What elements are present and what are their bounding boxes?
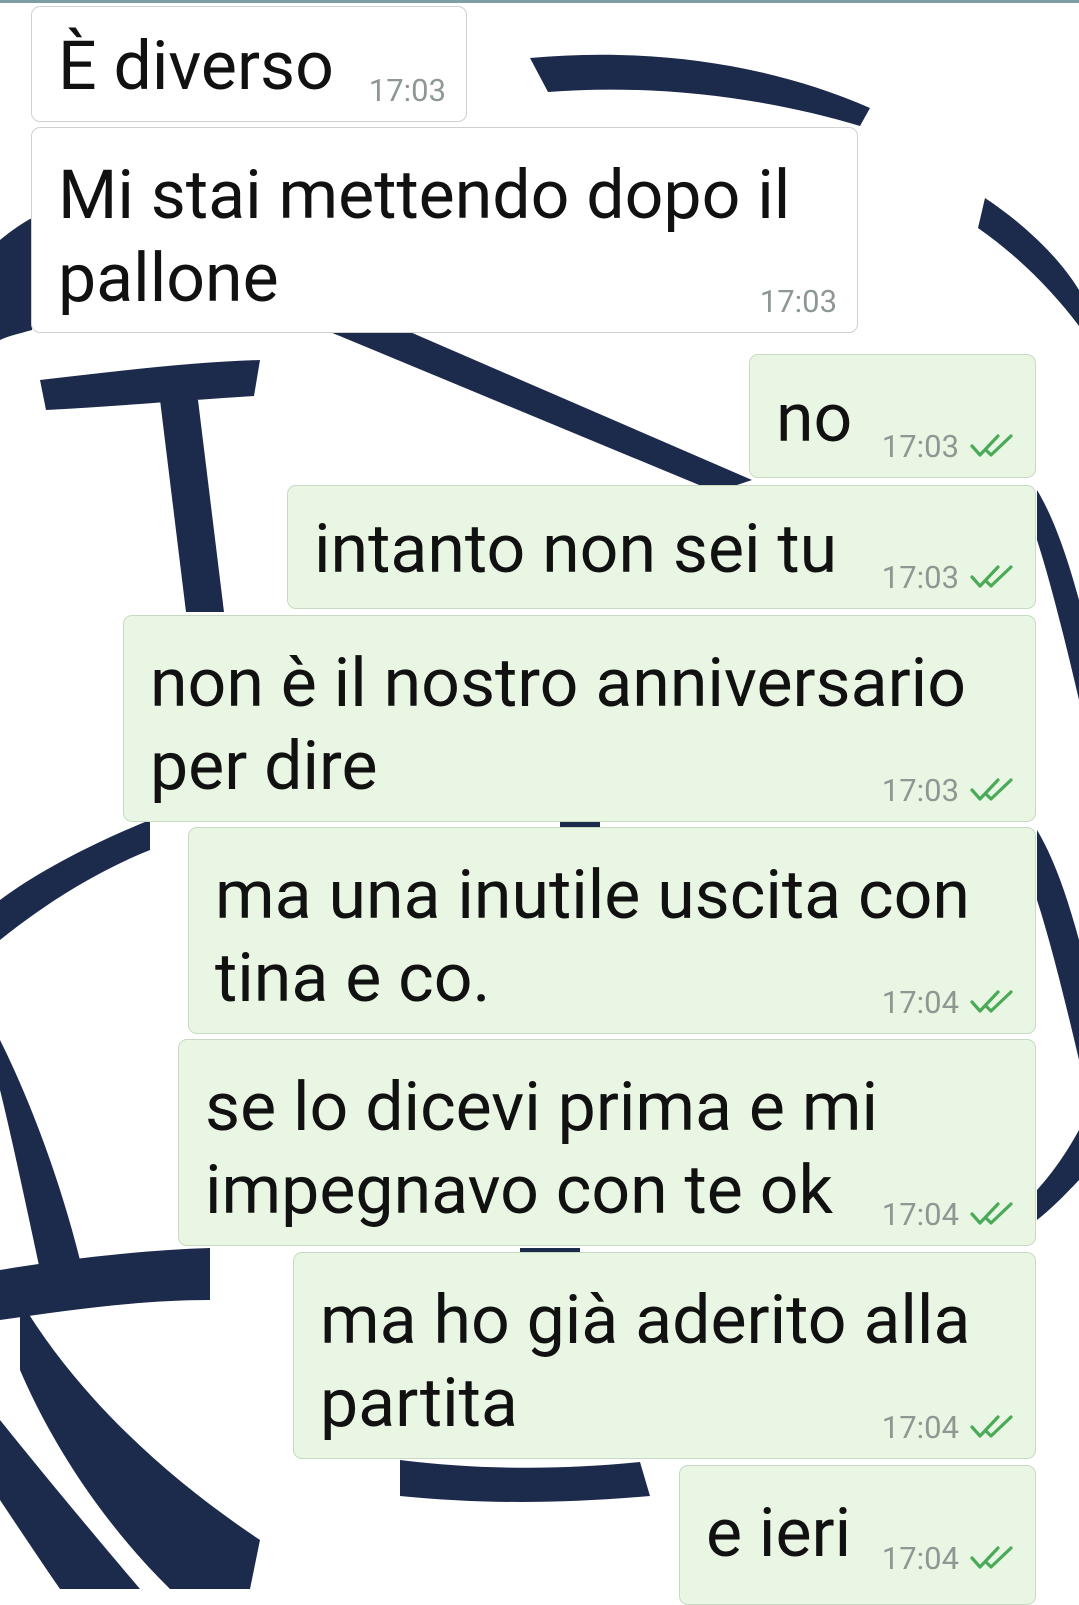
wallpaper-shape <box>530 54 870 127</box>
message-bubble-outgoing[interactable]: e ieri 17:04 <box>679 1465 1036 1605</box>
double-check-icon <box>970 1202 1013 1225</box>
wallpaper-shape <box>1037 830 1079 1060</box>
double-check-icon <box>970 1546 1013 1569</box>
wallpaper-shape <box>978 198 1079 326</box>
message-bubble-outgoing[interactable]: non è il nostro anniversario per dire 17… <box>123 615 1036 822</box>
message-text-line: non è il nostro anniversario <box>150 643 966 723</box>
message-meta: 17:03 <box>369 70 446 110</box>
message-time: 17:03 <box>759 282 837 320</box>
message-meta: 17:03 <box>882 557 1017 597</box>
message-text-line: pallone <box>58 238 279 318</box>
wallpaper-shape <box>0 218 32 340</box>
message-time: 17:04 <box>881 1408 959 1446</box>
message-bubble-outgoing[interactable]: intanto non sei tu 17:03 <box>287 485 1036 609</box>
message-meta: 17:03 <box>882 770 1017 810</box>
message-text: intanto non sei tu <box>314 509 838 589</box>
double-check-icon <box>970 565 1013 588</box>
message-time: 17:04 <box>881 1539 959 1577</box>
message-text-line: ma una inutile uscita con <box>215 855 970 935</box>
message-meta: 17:04 <box>882 1407 1017 1447</box>
message-bubble-outgoing[interactable]: ma ho già aderito alla partita 17:04 <box>293 1252 1036 1459</box>
double-check-icon <box>970 434 1013 457</box>
wallpaper-shape <box>400 1460 650 1502</box>
wallpaper-shape <box>160 400 224 612</box>
message-text-line: tina e co. <box>215 938 491 1018</box>
message-text: È diverso <box>58 26 334 106</box>
message-meta: 17:04 <box>882 982 1017 1022</box>
message-meta: 17:03 <box>882 426 1017 466</box>
wallpaper-shape <box>330 332 752 492</box>
wallpaper-shape <box>1037 490 1079 700</box>
message-bubble-incoming[interactable]: È diverso 17:03 <box>31 6 467 122</box>
message-time: 17:03 <box>881 771 959 809</box>
message-text-line: Mi stai mettendo dopo il <box>58 155 791 235</box>
message-meta: 17:03 <box>760 281 837 321</box>
message-bubble-outgoing[interactable]: se lo dicevi prima e mi impegnavo con te… <box>178 1039 1036 1246</box>
message-text: no <box>776 378 853 458</box>
top-divider <box>0 0 1079 3</box>
message-text-line: partita <box>320 1363 518 1443</box>
message-time: 17:03 <box>368 71 446 109</box>
double-check-icon <box>970 778 1013 801</box>
double-check-icon <box>970 1415 1013 1438</box>
message-bubble-incoming[interactable]: Mi stai mettendo dopo il pallone 17:03 <box>31 127 858 333</box>
wallpaper-shape <box>0 1040 80 1270</box>
wallpaper-shape <box>1037 1130 1079 1220</box>
message-text-line: per dire <box>150 726 378 806</box>
message-time: 17:04 <box>881 1195 959 1233</box>
message-time: 17:04 <box>881 983 959 1021</box>
message-time: 17:03 <box>881 558 959 596</box>
double-check-icon <box>970 990 1013 1013</box>
message-bubble-outgoing[interactable]: ma una inutile uscita con tina e co. 17:… <box>188 827 1036 1034</box>
message-text-line: se lo dicevi prima e mi <box>205 1067 878 1147</box>
message-meta: 17:04 <box>882 1538 1017 1578</box>
wallpaper-shape <box>0 1248 210 1320</box>
wallpaper-shape <box>40 360 260 410</box>
message-bubble-outgoing[interactable]: no 17:03 <box>749 354 1036 478</box>
message-meta: 17:04 <box>882 1194 1017 1234</box>
message-text-line: impegnavo con te ok <box>205 1150 833 1230</box>
message-text-line: ma ho già aderito alla <box>320 1280 971 1360</box>
message-time: 17:03 <box>881 427 959 465</box>
wallpaper-shape <box>0 820 150 940</box>
message-text: e ieri <box>706 1493 852 1573</box>
